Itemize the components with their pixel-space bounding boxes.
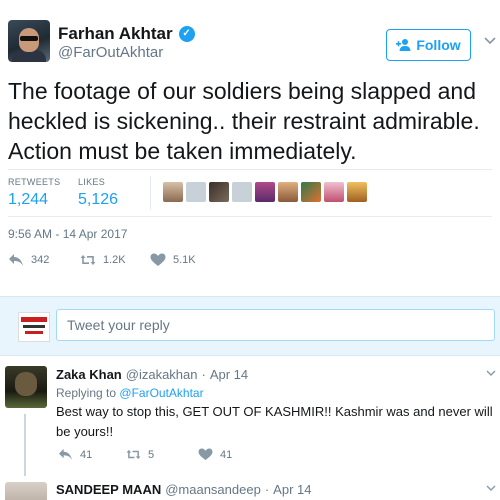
separator-dot: · <box>201 367 206 382</box>
follow-button-label: Follow <box>416 37 461 53</box>
reply-tweet[interactable]: Zaka Khan @izakakhan · Apr 14 Replying t… <box>0 356 500 476</box>
retweets-stat[interactable]: RETWEETS 1,244 <box>8 177 60 209</box>
liker-avatar[interactable] <box>324 182 344 202</box>
author-name-row[interactable]: Farhan Akhtar ✓ <box>58 24 195 44</box>
reply-action[interactable]: 41 <box>58 448 92 461</box>
chevron-down-icon[interactable] <box>484 37 496 45</box>
divider <box>8 169 492 170</box>
reply-icon <box>59 448 72 461</box>
tweet-detail: Farhan Akhtar ✓ @FarOutAkhtar Follow The… <box>0 0 500 296</box>
likes-label: LIKES <box>78 177 106 187</box>
reply-author-name[interactable]: Zaka Khan <box>56 367 122 382</box>
like-count: 5.1K <box>173 254 196 266</box>
liker-avatar[interactable] <box>278 182 298 202</box>
author-name[interactable]: Farhan Akhtar <box>58 24 173 44</box>
add-user-icon <box>396 39 411 51</box>
composer-avatar[interactable] <box>18 312 50 342</box>
retweet-icon <box>126 449 141 460</box>
replying-to: Replying to @FarOutAkhtar <box>56 386 204 400</box>
heart-icon <box>198 448 213 461</box>
likes-value[interactable]: 5,126 <box>78 191 118 209</box>
liker-avatar-default[interactable] <box>232 182 252 202</box>
divider <box>8 216 492 217</box>
likes-stat[interactable]: LIKES 5,126 <box>78 177 118 209</box>
author-avatar[interactable] <box>8 20 50 62</box>
liker-avatar[interactable] <box>301 182 321 202</box>
retweets-value[interactable]: 1,244 <box>8 191 60 209</box>
reply-icon <box>9 254 23 266</box>
chevron-down-icon[interactable] <box>486 485 496 492</box>
retweets-label: RETWEETS <box>8 177 61 187</box>
retweet-icon <box>80 255 96 265</box>
verified-badge-icon: ✓ <box>178 26 195 42</box>
author-handle[interactable]: @FarOutAkhtar <box>58 44 163 61</box>
replying-to-prefix: Replying to <box>56 386 117 400</box>
avatar-logo-shape <box>23 325 45 328</box>
like-count: 41 <box>220 448 233 461</box>
reply-tweet[interactable]: SANDEEP MAAN @maansandeep · Apr 14 <box>0 476 500 500</box>
follow-button[interactable]: Follow <box>386 29 471 61</box>
liker-avatar[interactable] <box>163 182 183 202</box>
like-action[interactable]: 5.1K <box>150 253 196 267</box>
liker-avatars <box>163 182 367 202</box>
avatar-sunglasses-shape <box>20 36 38 41</box>
retweet-action[interactable]: 5 <box>126 448 154 461</box>
stats-separator <box>150 176 151 210</box>
reply-input[interactable] <box>56 309 495 341</box>
reply-text: Best way to stop this, GET OUT OF KASHMI… <box>56 404 493 439</box>
liker-avatar[interactable] <box>209 182 229 202</box>
avatar-face-shape <box>15 372 37 396</box>
reply-avatar[interactable] <box>5 366 47 408</box>
reply-header[interactable]: Zaka Khan @izakakhan · Apr 14 <box>56 367 248 382</box>
reply-header[interactable]: SANDEEP MAAN @maansandeep · Apr 14 <box>56 482 311 497</box>
retweet-count: 1.2K <box>103 254 126 266</box>
like-action[interactable]: 41 <box>198 448 232 461</box>
avatar-logo-shape <box>21 317 47 322</box>
reply-composer <box>0 296 500 356</box>
reply-author-name[interactable]: SANDEEP MAAN <box>56 482 161 497</box>
heart-icon <box>150 253 166 266</box>
reply-date[interactable]: Apr 14 <box>273 482 311 497</box>
reply-action[interactable]: 342 <box>8 253 49 267</box>
tweet-timestamp[interactable]: 9:56 AM - 14 Apr 2017 <box>8 227 127 241</box>
thread-line <box>24 414 26 476</box>
reply-date[interactable]: Apr 14 <box>210 367 248 382</box>
liker-avatar[interactable] <box>255 182 275 202</box>
reply-avatar[interactable] <box>5 482 47 500</box>
avatar-logo-shape <box>25 331 43 334</box>
tweet-text: The footage of our soldiers being slappe… <box>8 78 480 164</box>
reply-author-handle[interactable]: @izakakhan <box>126 367 198 382</box>
replying-to-handle[interactable]: @FarOutAkhtar <box>119 386 203 400</box>
chevron-down-icon[interactable] <box>486 370 496 377</box>
reply-author-handle[interactable]: @maansandeep <box>165 482 261 497</box>
reply-count: 41 <box>80 448 93 461</box>
liker-avatar[interactable] <box>347 182 367 202</box>
liker-avatar-default[interactable] <box>186 182 206 202</box>
separator-dot: · <box>264 482 270 497</box>
reply-count: 342 <box>31 254 50 266</box>
retweet-action[interactable]: 1.2K <box>80 253 126 267</box>
retweet-count: 5 <box>148 448 155 461</box>
